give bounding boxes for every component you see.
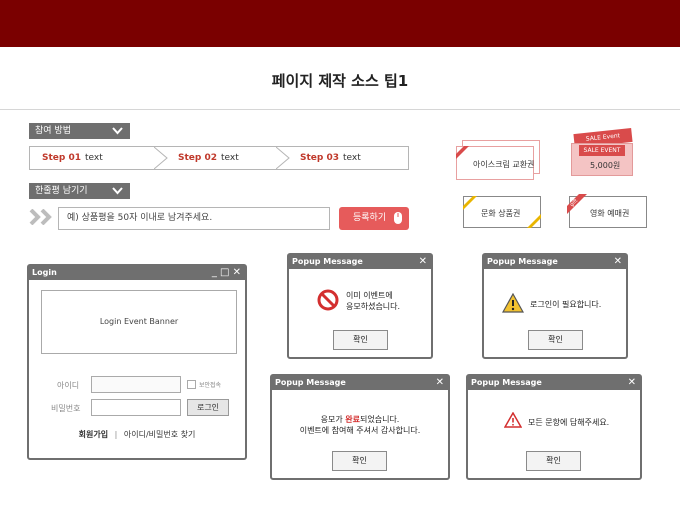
popup-titlebar: Popup Message ✕	[484, 255, 626, 269]
popup-titlebar: Popup Message ✕	[272, 376, 448, 390]
title-divider	[0, 109, 680, 110]
id-input[interactable]	[91, 376, 181, 393]
popup-titlebar: Popup Message ✕	[289, 255, 431, 269]
popup-title: Popup Message	[471, 378, 542, 387]
review-input[interactable]: 예) 상품평을 50자 이내로 남겨주세요.	[58, 207, 330, 230]
find-account-link[interactable]: 아이디/비밀번호 찾기	[124, 430, 195, 439]
popup-entry-completed: Popup Message ✕ 응모가 완료되었습니다. 이벤트에 참여해 주셔…	[270, 374, 450, 480]
chevron-down-icon	[112, 127, 123, 135]
popup-message: 응모가 완료되었습니다. 이벤트에 참여해 주셔서 감사합니다.	[272, 414, 448, 436]
corner-ribbon-icon	[463, 196, 477, 210]
popup-message-line2: 응모하셨습니다.	[346, 302, 401, 311]
popup-message-text: 응모가	[320, 415, 346, 424]
login-window: Login _ □ ✕ Login Event Banner 아이디 보안접속 …	[27, 264, 247, 460]
corner-ribbon-icon	[527, 214, 541, 228]
login-titlebar: Login _ □ ✕	[29, 266, 245, 280]
popup-title: Popup Message	[292, 257, 363, 266]
step-2-text: text	[221, 153, 239, 163]
secure-login-checkbox[interactable]	[187, 380, 196, 389]
password-input[interactable]	[91, 399, 181, 416]
chevron-down-icon	[112, 187, 123, 195]
movie-coupon: gift 영화 예매권	[567, 194, 647, 228]
popup-message-line2: 이벤트에 참여해 주셔서 감사합니다.	[299, 426, 421, 435]
ok-button[interactable]: 확인	[526, 451, 581, 471]
icecream-coupon: 아이스크림 교환권	[456, 140, 540, 180]
step-1-text: text	[85, 153, 103, 163]
step-3-text: text	[343, 153, 361, 163]
popup-message: 모든 문항에 답해주세요.	[528, 418, 610, 427]
double-chevron-icon	[29, 209, 52, 225]
secure-login-label: 보안접속	[199, 382, 222, 389]
step-1: Step 01 text	[42, 147, 103, 169]
step-1-number: Step 01	[42, 153, 81, 163]
login-button[interactable]: 로그인	[187, 399, 229, 416]
review-dropdown[interactable]: 한줄평 남기기	[29, 183, 130, 199]
login-links: 회원가입 | 아이디/비밀번호 찾기	[29, 429, 245, 440]
login-event-banner: Login Event Banner	[41, 290, 237, 354]
popup-message-text: 되었습니다.	[360, 415, 400, 424]
step-2-number: Step 02	[178, 153, 217, 163]
icecream-coupon-text: 아이스크림 교환권	[473, 160, 535, 169]
warning-outline-icon	[504, 412, 522, 428]
culture-coupon: 문화 상품권	[463, 196, 541, 228]
popup-login-required: Popup Message ✕ 로그인이 필요합니다. 확인	[482, 253, 628, 359]
step-2: Step 02 text	[178, 147, 239, 169]
popup-message-line1: 응모가 완료되었습니다.	[272, 414, 448, 425]
sale-coupon: SALE Event SALE EVENT 5,000원	[569, 128, 636, 176]
login-window-title: Login	[32, 268, 57, 277]
popup-message-highlight: 완료	[345, 415, 360, 424]
window-controls[interactable]: _ □ ✕	[212, 266, 241, 280]
popup-message: 이미 이벤트에 응모하셨습니다.	[346, 290, 400, 312]
popup-answer-all: Popup Message ✕ 모든 문항에 답해주세요. 확인	[466, 374, 642, 480]
close-icon[interactable]: ✕	[614, 255, 622, 269]
review-submit-button[interactable]: 등록하기	[339, 207, 409, 230]
movie-coupon-text: 영화 예매권	[590, 209, 630, 218]
step-arrow-icon	[154, 147, 168, 169]
culture-coupon-text: 문화 상품권	[481, 209, 521, 218]
participation-dropdown[interactable]: 참여 방법	[29, 123, 130, 139]
warning-icon	[502, 293, 524, 313]
step-arrow-icon	[276, 147, 290, 169]
sale-amount: 5,000원	[590, 161, 621, 170]
prohibited-icon	[317, 289, 339, 311]
popup-already-entered: Popup Message ✕ 이미 이벤트에 응모하셨습니다. 확인	[287, 253, 433, 359]
review-submit-label: 등록하기	[353, 213, 387, 223]
signup-link[interactable]: 회원가입	[79, 430, 108, 439]
step-3: Step 03 text	[300, 147, 361, 169]
close-icon[interactable]: ✕	[628, 376, 636, 390]
link-separator: |	[114, 430, 118, 439]
mouse-icon	[394, 212, 402, 224]
close-icon[interactable]: ✕	[419, 255, 427, 269]
step-3-number: Step 03	[300, 153, 339, 163]
step-progress: Step 01 text Step 02 text Step 03 text	[29, 146, 409, 170]
review-label: 한줄평 남기기	[35, 186, 88, 196]
id-label: 아이디	[57, 381, 80, 390]
pw-label: 비밀번호	[51, 404, 81, 413]
page-title: 페이지 제작 소스 팁1	[271, 72, 409, 90]
popup-title: Popup Message	[487, 257, 558, 266]
popup-title: Popup Message	[275, 378, 346, 387]
ok-button[interactable]: 확인	[528, 330, 583, 350]
sale-event-label: SALE EVENT	[579, 145, 625, 156]
top-banner-bar	[0, 0, 680, 47]
participation-label: 참여 방법	[35, 126, 71, 136]
close-icon[interactable]: ✕	[436, 376, 444, 390]
popup-message-line1: 이미 이벤트에	[346, 291, 393, 300]
ok-button[interactable]: 확인	[333, 330, 388, 350]
popup-titlebar: Popup Message ✕	[468, 376, 640, 390]
ok-button[interactable]: 확인	[332, 451, 387, 471]
popup-message: 로그인이 필요합니다.	[530, 300, 602, 309]
